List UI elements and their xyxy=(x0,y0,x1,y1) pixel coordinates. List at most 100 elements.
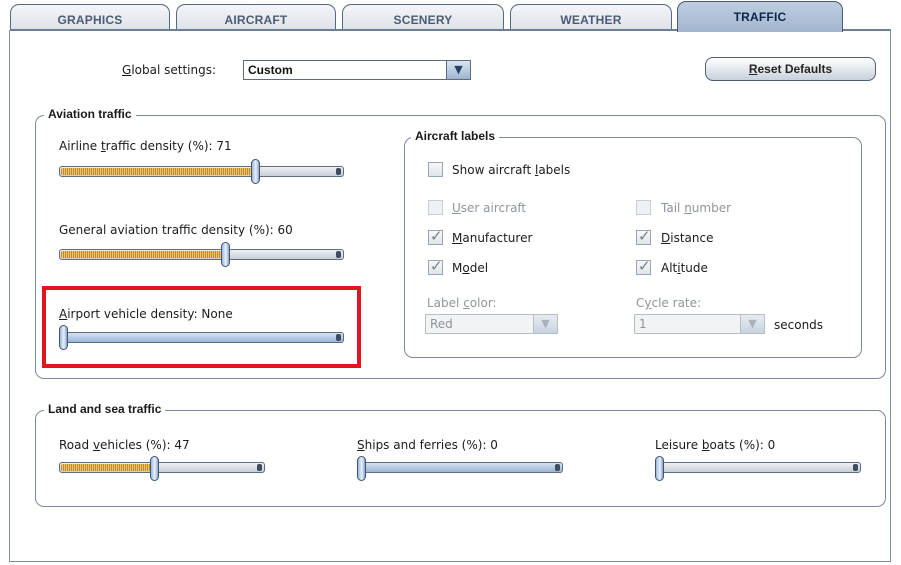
manufacturer-accel: M xyxy=(452,231,463,245)
user-aircraft-post: ser aircraft xyxy=(460,201,527,215)
road-vehicles-accel: v xyxy=(92,438,101,452)
tail-number-label: Tail number xyxy=(661,201,731,215)
road-vehicles-label: Road vehicles (%): 47 xyxy=(59,438,190,452)
chevron-down-icon[interactable]: ▼ xyxy=(740,315,764,333)
model-pre: M xyxy=(452,261,463,275)
global-settings-value: Custom xyxy=(248,63,293,77)
checkmark-icon: ✓ xyxy=(430,227,443,245)
tab-aircraft[interactable]: AIRCRAFT xyxy=(176,4,336,30)
slider-end-marker xyxy=(257,464,262,471)
user-aircraft-accel: U xyxy=(452,201,461,215)
label-color-post: olor: xyxy=(469,296,497,310)
airline-traffic-label: Airline traffic density (%): 71 xyxy=(59,139,232,153)
tab-traffic[interactable]: TRAFFIC xyxy=(677,1,843,32)
general-aviation-slider[interactable] xyxy=(59,249,344,260)
distance-post: istance xyxy=(670,231,714,245)
aviation-traffic-title: Aviation traffic xyxy=(44,107,136,121)
land-sea-traffic-title: Land and sea traffic xyxy=(44,402,166,416)
checkmark-icon: ✓ xyxy=(638,227,651,245)
distance-checkbox[interactable]: ✓ xyxy=(636,227,651,245)
show-aircraft-labels-checkbox[interactable] xyxy=(428,162,443,177)
global-settings-label-post: lobal settings: xyxy=(131,63,217,77)
leisure-boats-slider-thumb[interactable] xyxy=(655,456,664,481)
airline-traffic-slider-fill xyxy=(61,168,257,175)
tab-scenery-label: SCENERY xyxy=(393,13,453,27)
show-labels-post: abels xyxy=(538,163,571,177)
road-vehicles-slider-thumb[interactable] xyxy=(150,456,159,481)
cycle-rate-accel: y xyxy=(644,296,652,310)
checkmark-icon: ✓ xyxy=(638,257,651,275)
altitude-post: tude xyxy=(680,261,708,275)
slider-end-marker xyxy=(336,168,341,175)
ships-ferries-accel: S xyxy=(357,438,365,452)
land-sea-traffic-group xyxy=(35,410,886,507)
slider-end-marker xyxy=(555,464,560,471)
tab-aircraft-label: AIRCRAFT xyxy=(224,13,288,27)
road-vehicles-slider[interactable] xyxy=(59,462,265,473)
global-settings-label-accel: G xyxy=(122,63,132,77)
general-aviation-slider-fill xyxy=(61,251,227,258)
label-color-dropdown[interactable]: Red ▼ xyxy=(425,314,558,334)
checkmark-icon: ✓ xyxy=(430,257,443,275)
manufacturer-label: Manufacturer xyxy=(452,231,532,245)
cycle-rate-post: cle rate: xyxy=(651,296,702,310)
road-vehicles-pre: Road xyxy=(59,438,93,452)
cycle-rate-unit: seconds xyxy=(774,318,824,332)
model-accel: o xyxy=(462,261,470,275)
label-color-pre: Label xyxy=(427,296,464,310)
tail-number-post: umber xyxy=(691,201,732,215)
leisure-boats-pre: Leisure xyxy=(655,438,702,452)
airline-traffic-slider[interactable] xyxy=(59,166,344,177)
chevron-down-icon[interactable]: ▼ xyxy=(533,315,557,333)
road-vehicles-post: ehicles (%): 47 xyxy=(100,438,190,452)
global-settings-dropdown[interactable]: Custom ▼ xyxy=(243,60,471,80)
altitude-label: Altitude xyxy=(661,261,708,275)
label-color-accel: c xyxy=(463,296,470,310)
label-color-value: Red xyxy=(430,317,453,331)
user-aircraft-checkbox[interactable] xyxy=(428,200,443,215)
tab-scenery[interactable]: SCENERY xyxy=(342,4,504,30)
airline-traffic-slider-thumb[interactable] xyxy=(251,159,260,184)
ships-ferries-slider[interactable] xyxy=(357,462,563,473)
label-color-label: Label color: xyxy=(427,296,497,310)
show-aircraft-labels-label: Show aircraft labels xyxy=(452,163,570,177)
tab-weather[interactable]: WEATHER xyxy=(510,4,672,30)
tab-traffic-label: TRAFFIC xyxy=(733,10,787,24)
ships-ferries-label: Ships and ferries (%): 0 xyxy=(357,438,498,452)
general-aviation-slider-thumb[interactable] xyxy=(221,242,230,267)
ships-ferries-slider-thumb[interactable] xyxy=(357,456,366,481)
road-vehicles-slider-fill xyxy=(61,464,153,471)
user-aircraft-label: User aircraft xyxy=(452,201,526,215)
cycle-rate-value: 1 xyxy=(639,317,647,331)
aircraft-labels-title: Aircraft labels xyxy=(411,129,500,143)
leisure-boats-post: oats (%): 0 xyxy=(709,438,776,452)
show-labels-pre: Show aircraft xyxy=(452,163,535,177)
slider-end-marker xyxy=(336,251,341,258)
global-settings-label: Global settings: xyxy=(122,63,216,77)
cycle-rate-label: Cycle rate: xyxy=(636,296,701,310)
altitude-pre: Alt xyxy=(661,261,678,275)
tab-weather-label: WEATHER xyxy=(560,13,622,27)
tab-graphics-label: GRAPHICS xyxy=(57,13,123,27)
chevron-down-icon[interactable]: ▼ xyxy=(446,61,470,79)
general-aviation-label-post: ic density (%): 60 xyxy=(190,223,293,237)
reset-defaults-button[interactable]: Reset Defaults xyxy=(705,57,876,81)
manufacturer-post: anufacturer xyxy=(462,231,533,245)
model-label: Model xyxy=(452,261,488,275)
cycle-rate-dropdown[interactable]: 1 ▼ xyxy=(634,314,765,334)
tail-number-checkbox[interactable] xyxy=(636,200,651,215)
tail-number-pre: Tail xyxy=(661,201,685,215)
manufacturer-checkbox[interactable]: ✓ xyxy=(428,227,443,245)
tab-graphics[interactable]: GRAPHICS xyxy=(10,4,170,30)
leisure-boats-slider[interactable] xyxy=(655,462,861,473)
slider-end-marker xyxy=(853,464,858,471)
altitude-checkbox[interactable]: ✓ xyxy=(636,257,651,275)
distance-accel: D xyxy=(661,231,671,245)
reset-defaults-label: eset Defaults xyxy=(757,62,833,76)
general-aviation-label: General aviation traffic density (%): 60 xyxy=(59,223,293,237)
distance-label: Distance xyxy=(661,231,713,245)
ships-ferries-post: hips and ferries (%): 0 xyxy=(364,438,498,452)
model-checkbox[interactable]: ✓ xyxy=(428,257,443,275)
leisure-boats-label: Leisure boats (%): 0 xyxy=(655,438,775,452)
highlight-box xyxy=(42,286,361,368)
